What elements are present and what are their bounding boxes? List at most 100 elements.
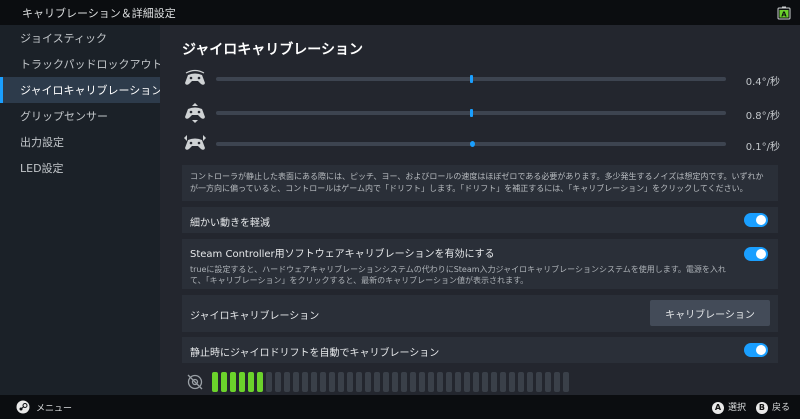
meter-bar	[239, 372, 245, 392]
meter-bar	[275, 372, 281, 392]
sidebar-item-label: ジャイロキャリブレーション	[20, 84, 160, 97]
meter-bar	[266, 372, 272, 392]
software-calibration-toggle[interactable]	[744, 247, 768, 261]
software-calibration-desc: trueに設定すると、ハードウェアキャリブレーションシステムの代わりにSteam…	[190, 265, 726, 285]
gyro-roll-slider[interactable]	[216, 141, 726, 147]
steam-icon	[16, 400, 30, 414]
meter-bar	[527, 372, 533, 392]
sidebar-item-label: グリップセンサー	[20, 110, 108, 123]
meter-bar	[455, 372, 461, 392]
meter-bar	[311, 372, 317, 392]
controller-pitch-icon	[182, 102, 208, 124]
meter-bar	[230, 372, 236, 392]
meter-bar	[347, 372, 353, 392]
gyro-calibration-row: ジャイロキャリブレーション キャリブレーション	[182, 295, 778, 332]
gyro-sensor-icon	[182, 372, 208, 392]
slider-thumb[interactable]	[470, 109, 473, 117]
sidebar-item-grip-sensor[interactable]: グリップセンサー	[0, 103, 160, 129]
meter-bar	[437, 372, 443, 392]
meter-bar	[509, 372, 515, 392]
calibrate-button[interactable]: キャリブレーション	[650, 300, 770, 326]
sidebar-item-label: LED設定	[20, 162, 64, 175]
b-button-icon: B	[755, 401, 768, 414]
gyro-pitch-slider[interactable]	[216, 109, 726, 117]
a-button-icon: A	[711, 401, 724, 414]
meter-bar	[383, 372, 389, 392]
sidebar-item-output-settings[interactable]: 出力設定	[0, 129, 160, 155]
sidebar-item-trackpad-lockout[interactable]: トラックパッドロックアウト	[0, 51, 160, 77]
meter-bar	[248, 372, 254, 392]
meter-bar	[428, 372, 434, 392]
select-hint[interactable]: A 選択	[711, 400, 746, 414]
top-bar: キャリブレーション＆詳細設定 A	[0, 0, 800, 25]
auto-drift-row[interactable]: 静止時にジャイロドリフトを自動でキャリブレーション	[182, 337, 778, 363]
meter-bar	[563, 372, 569, 392]
meter-bar	[518, 372, 524, 392]
meter-bar	[392, 372, 398, 392]
reduce-fine-motion-row[interactable]: 細かい動きを軽減	[182, 207, 778, 233]
sidebar-item-led-settings[interactable]: LED設定	[0, 155, 160, 181]
back-hint[interactable]: B 戻る	[755, 400, 790, 414]
meter-bar	[374, 372, 380, 392]
gyro-yaw-value: 0.4°/秒	[745, 77, 780, 88]
meter-bars	[212, 372, 569, 392]
gyro-roll-value: 0.1°/秒	[745, 142, 780, 153]
sidebar-item-label: トラックパッドロックアウト	[20, 58, 160, 71]
meter-bar	[284, 372, 290, 392]
meter-bar	[356, 372, 362, 392]
meter-bar	[482, 372, 488, 392]
meter-bar	[464, 372, 470, 392]
menu-hint[interactable]: メニュー	[16, 400, 72, 414]
gyro-roll-row: 0.1°/秒	[182, 131, 780, 157]
meter-bar	[401, 372, 407, 392]
page-title: ジャイロキャリブレーション	[182, 42, 364, 58]
meter-bar	[446, 372, 452, 392]
meter-bar	[545, 372, 551, 392]
sidebar-item-gyro-calibration[interactable]: ジャイロキャリブレーション	[0, 77, 160, 103]
meter-bar	[212, 372, 218, 392]
meter-bar	[338, 372, 344, 392]
meter-bar	[293, 372, 299, 392]
gyro-yaw-slider[interactable]	[216, 75, 726, 83]
auto-drift-label: 静止時にジャイロドリフトを自動でキャリブレーション	[190, 348, 440, 359]
battery-icon: A	[776, 6, 792, 20]
meter-bar	[491, 372, 497, 392]
select-label: 選択	[727, 403, 746, 414]
svg-text:A: A	[781, 10, 787, 18]
gyro-noise-meter	[182, 370, 780, 394]
controller-yaw-icon	[182, 68, 208, 90]
meter-bar	[257, 372, 263, 392]
meter-bar	[329, 372, 335, 392]
calibration-description: コントローラが静止した表面にある際には、ピッチ、ヨー、およびロールの速度はほぼゼ…	[182, 165, 778, 201]
software-calibration-row[interactable]: Steam Controller用ソフトウェアキャリブレーションを有効にする t…	[182, 239, 778, 289]
gyro-pitch-row: 0.8°/秒	[182, 100, 780, 126]
meter-bar	[302, 372, 308, 392]
gyro-pitch-value: 0.8°/秒	[745, 111, 780, 122]
button-hints: A 選択 B 戻る	[711, 400, 790, 414]
meter-bar	[320, 372, 326, 392]
back-label: 戻る	[771, 403, 790, 414]
auto-drift-toggle[interactable]	[744, 343, 768, 357]
sidebar-item-joystick[interactable]: ジョイスティック	[0, 25, 160, 51]
meter-bar	[365, 372, 371, 392]
main-panel: ジャイロキャリブレーション 0.4°/秒 0.8°/秒 0.1°/秒 コントロー…	[160, 25, 800, 395]
sidebar-item-label: ジョイスティック	[20, 32, 108, 45]
slider-thumb[interactable]	[470, 141, 475, 147]
reduce-fine-motion-toggle[interactable]	[744, 213, 768, 227]
meter-bar	[410, 372, 416, 392]
meter-bar	[419, 372, 425, 392]
meter-bar	[536, 372, 542, 392]
reduce-fine-motion-label: 細かい動きを軽減	[190, 218, 270, 229]
bottom-bar: メニュー A 選択 B 戻る	[0, 395, 800, 419]
menu-label: メニュー	[36, 403, 73, 414]
meter-bar	[473, 372, 479, 392]
window-title: キャリブレーション＆詳細設定	[22, 6, 176, 20]
gyro-yaw-row: 0.4°/秒	[182, 66, 780, 92]
gyro-calibration-label: ジャイロキャリブレーション	[190, 311, 320, 322]
controller-roll-icon	[182, 133, 208, 155]
meter-bar	[500, 372, 506, 392]
sidebar-item-label: 出力設定	[20, 136, 64, 149]
meter-bar	[221, 372, 227, 392]
settings-sidebar: ジョイスティック トラックパッドロックアウト ジャイロキャリブレーション グリッ…	[0, 25, 160, 395]
slider-thumb[interactable]	[470, 75, 473, 83]
